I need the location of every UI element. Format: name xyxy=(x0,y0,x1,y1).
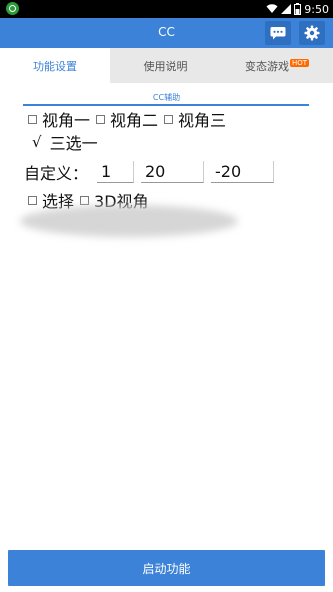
tab-games[interactable]: 变态游戏 HOT xyxy=(221,48,333,83)
view3-option[interactable]: 视角三 xyxy=(164,107,226,131)
view2-option[interactable]: 视角二 xyxy=(96,107,158,131)
tab-instructions[interactable]: 使用说明 xyxy=(110,48,221,83)
tab-label: 功能设置 xyxy=(33,59,77,73)
pick-one-label: 三选一 xyxy=(49,134,98,153)
app-notification-icon xyxy=(6,2,19,15)
checkmark-icon: √ xyxy=(32,133,42,151)
battery-icon xyxy=(294,3,302,15)
view1-label: 视角一 xyxy=(42,111,91,130)
view2-checkbox[interactable] xyxy=(96,114,106,124)
custom-value-1-input[interactable]: 1 xyxy=(97,161,134,183)
view-options-row: 视角一 视角二 视角三 xyxy=(28,108,226,130)
tab-label: 变态游戏 xyxy=(244,59,289,73)
gear-icon xyxy=(304,25,320,41)
custom-value-3-input[interactable]: -20 xyxy=(211,161,274,183)
tab-label: 使用说明 xyxy=(143,59,188,73)
status-bar: 9:50 xyxy=(0,0,333,18)
hot-badge: HOT xyxy=(289,58,310,67)
chat-button[interactable] xyxy=(265,21,291,45)
wifi-icon xyxy=(266,4,278,13)
custom-value-2-input[interactable]: 20 xyxy=(141,161,204,183)
view1-option[interactable]: 视角一 xyxy=(28,107,90,131)
view2-label: 视角二 xyxy=(110,111,159,130)
chat-icon xyxy=(270,27,286,40)
pick-one-row[interactable]: √ 三选一 xyxy=(32,131,98,153)
signal-icon xyxy=(281,4,292,14)
status-time: 9:50 xyxy=(304,2,329,16)
section-title: CC辅助 xyxy=(152,93,181,102)
view1-checkbox[interactable] xyxy=(28,114,37,124)
select-checkbox[interactable] xyxy=(28,195,37,205)
blurred-region xyxy=(20,205,238,237)
start-function-button[interactable]: 启动功能 xyxy=(8,550,325,586)
app-bar: CC xyxy=(0,18,333,48)
view3d-checkbox[interactable] xyxy=(80,195,90,205)
tab-function-settings[interactable]: 功能设置 xyxy=(0,48,110,83)
custom-label: 自定义： xyxy=(24,164,89,183)
view3-label: 视角三 xyxy=(178,111,227,130)
status-icons: 9:50 xyxy=(266,2,329,16)
section-divider xyxy=(23,104,309,106)
settings-button[interactable] xyxy=(299,21,325,45)
tab-bar: 功能设置 使用说明 变态游戏 HOT xyxy=(0,48,333,83)
view3-checkbox[interactable] xyxy=(164,114,174,124)
